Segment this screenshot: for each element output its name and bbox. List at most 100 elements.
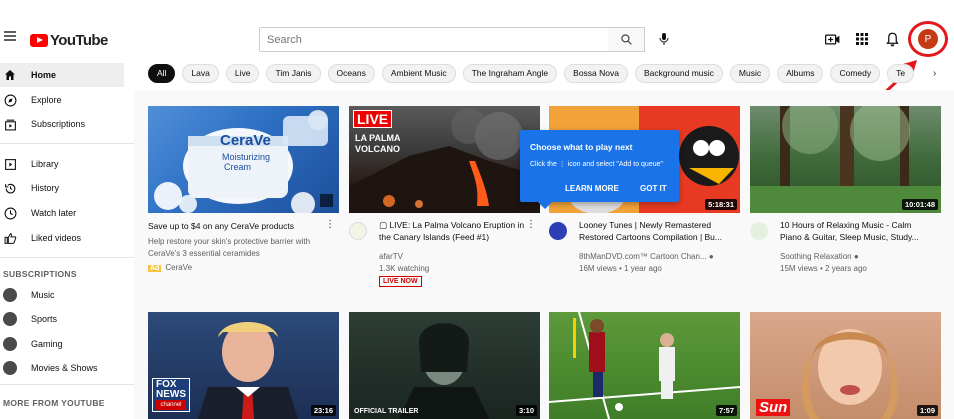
ad-description: Help restore your skin's protective barr…	[148, 237, 311, 246]
video-thumbnail[interactable]: OFFICIAL TRAILER 3:10	[349, 312, 540, 419]
video-thumbnail[interactable]: 10:01:48	[750, 106, 941, 213]
chip-all[interactable]: All	[148, 64, 176, 83]
sidebar: Home Explore Subscriptions Library Histo…	[0, 62, 134, 419]
sports-channel-icon	[3, 312, 17, 326]
sidebar-item-gaming[interactable]: Gaming	[0, 332, 124, 356]
chip-comedy[interactable]: Comedy	[830, 64, 881, 83]
video-meta: 15M views • 2 years ago	[780, 264, 867, 273]
channel-name[interactable]: afarTV	[379, 252, 403, 261]
channel-name[interactable]: CeraVe	[165, 263, 192, 272]
video-card[interactable]: Sun 1:09	[750, 312, 941, 419]
video-title[interactable]: 10 Hours of Relaxing Music - Calm Piano &…	[780, 219, 930, 243]
create-video-icon[interactable]	[824, 31, 840, 47]
sidebar-item-home[interactable]: Home	[0, 63, 124, 87]
sidebar-item-subscriptions[interactable]: Subscriptions	[0, 112, 124, 136]
trailer-image	[399, 323, 489, 419]
video-thumbnail[interactable]: 7:57	[549, 312, 740, 419]
video-title[interactable]: Looney Tunes | Newly Remastered Restored …	[579, 219, 729, 243]
chevron-right-icon[interactable]: ›	[933, 68, 936, 79]
channel-name[interactable]: 8thManDVD.com™ Cartoon Chan... ●	[579, 252, 714, 261]
chip-albums[interactable]: Albums	[777, 64, 824, 83]
library-icon	[3, 157, 17, 171]
video-duration: 5:18:31	[705, 199, 737, 210]
sidebar-item-library[interactable]: Library	[0, 152, 124, 176]
ad-channel-row: Ad CeraVe	[148, 263, 192, 272]
menu-icon[interactable]	[4, 31, 16, 41]
video-duration: 1:09	[916, 405, 938, 416]
masthead: YouTube P	[0, 0, 954, 57]
sidebar-item-movies-shows[interactable]: Movies & Shows	[0, 356, 124, 380]
chip-music[interactable]: Music	[729, 64, 771, 83]
video-title[interactable]: Save up to $4 on any CeraVe products	[148, 221, 333, 231]
video-thumbnail[interactable]: Sun 1:09	[750, 312, 941, 419]
sidebar-item-label: Watch later	[31, 208, 77, 218]
sidebar-item-label: Movies & Shows	[31, 363, 98, 373]
channel-name[interactable]: Soothing Relaxation ●	[780, 252, 859, 261]
title-line: Restored Cartoons Compilation | Bu...	[579, 232, 722, 242]
more-options-icon[interactable]: ⋮	[526, 220, 536, 230]
sidebar-item-watch-later[interactable]: Watch later	[0, 201, 124, 225]
chip-ambient-music[interactable]: Ambient Music	[381, 64, 456, 83]
sidebar-divider	[0, 384, 134, 385]
sidebar-item-label: History	[31, 183, 60, 193]
channel-avatar[interactable]	[750, 222, 768, 240]
notifications-bell-icon[interactable]	[884, 31, 900, 47]
sidebar-item-label: Explore	[31, 95, 62, 105]
channel-avatar[interactable]	[349, 222, 367, 240]
video-card[interactable]: OFFICIAL TRAILER 3:10	[349, 312, 540, 419]
sidebar-item-explore[interactable]: Explore	[0, 88, 124, 112]
chip-bossa-nova[interactable]: Bossa Nova	[564, 64, 628, 83]
video-thumbnail[interactable]: LIVE LA PALMA VOLCANO	[349, 106, 540, 213]
video-card[interactable]: 10:01:48 10 Hours of Relaxing Music - Ca…	[750, 106, 941, 296]
microphone-icon[interactable]	[656, 31, 672, 47]
sidebar-item-liked-videos[interactable]: Liked videos	[0, 226, 124, 250]
chip-live[interactable]: Live	[225, 64, 260, 83]
subscriptions-section-title: SUBSCRIPTIONS	[3, 269, 77, 279]
title-line: 10 Hours of Relaxing Music - Calm	[780, 220, 912, 230]
youtube-logo[interactable]: YouTube	[30, 32, 108, 49]
search-box[interactable]	[259, 27, 609, 52]
sidebar-item-label: Home	[31, 70, 57, 80]
logo-text: channel	[156, 400, 186, 410]
search-button[interactable]	[608, 27, 645, 52]
video-title[interactable]: ▢ LIVE: La Palma Volcano Eruption in the …	[379, 219, 529, 243]
video-meta: 16M views • 1 year ago	[579, 264, 662, 273]
tooltip-title: Choose what to play next	[530, 142, 633, 152]
youtube-play-icon	[30, 34, 48, 47]
chip-te[interactable]: Te	[887, 64, 915, 83]
movies-channel-icon	[3, 361, 17, 375]
got-it-button[interactable]: GOT IT	[640, 184, 667, 193]
video-thumbnail[interactable]: CeraVe Moisturizing Cream	[148, 106, 339, 213]
video-card-ad[interactable]: CeraVe Moisturizing Cream Save up to $4 …	[148, 106, 339, 296]
more-options-icon[interactable]: ⋮	[325, 220, 335, 230]
history-icon	[3, 181, 17, 195]
channel-avatar[interactable]	[549, 222, 567, 240]
sidebar-item-label: Liked videos	[31, 233, 82, 243]
apps-grid-icon[interactable]	[854, 31, 870, 47]
logo-text: YouTube	[50, 32, 108, 49]
thumb-text: VOLCANO	[355, 144, 400, 154]
sidebar-item-music[interactable]: Music	[0, 283, 124, 307]
chip-background-music[interactable]: Background music	[635, 64, 723, 83]
avatar[interactable]: P	[918, 29, 938, 49]
subscriptions-icon	[3, 117, 17, 131]
title-line: Looney Tunes | Newly Remastered	[579, 220, 712, 230]
thumb-live-badge: LIVE	[353, 110, 393, 128]
chip-lava[interactable]: Lava	[182, 64, 219, 83]
video-card[interactable]: 7:57	[549, 312, 740, 419]
sidebar-divider	[0, 143, 134, 144]
soccer-image	[549, 312, 740, 419]
chip-ingraham-angle[interactable]: The Ingraham Angle	[462, 64, 558, 83]
video-card[interactable]: FOX NEWS channel 23:16	[148, 312, 339, 419]
verified-icon: ●	[708, 252, 714, 261]
sidebar-item-history[interactable]: History	[0, 176, 124, 200]
sidebar-item-sports[interactable]: Sports	[0, 307, 124, 331]
video-thumbnail[interactable]: FOX NEWS channel 23:16	[148, 312, 339, 419]
learn-more-button[interactable]: LEARN MORE	[565, 184, 619, 193]
external-link-icon[interactable]	[320, 194, 333, 207]
search-input[interactable]	[267, 33, 608, 46]
video-card[interactable]: LIVE LA PALMA VOLCANO ▢ LIVE: La Palma V…	[349, 106, 540, 296]
chip-tim-janis[interactable]: Tim Janis	[266, 64, 321, 83]
fox-news-logo: FOX NEWS channel	[152, 378, 190, 412]
chip-oceans[interactable]: Oceans	[327, 64, 375, 83]
